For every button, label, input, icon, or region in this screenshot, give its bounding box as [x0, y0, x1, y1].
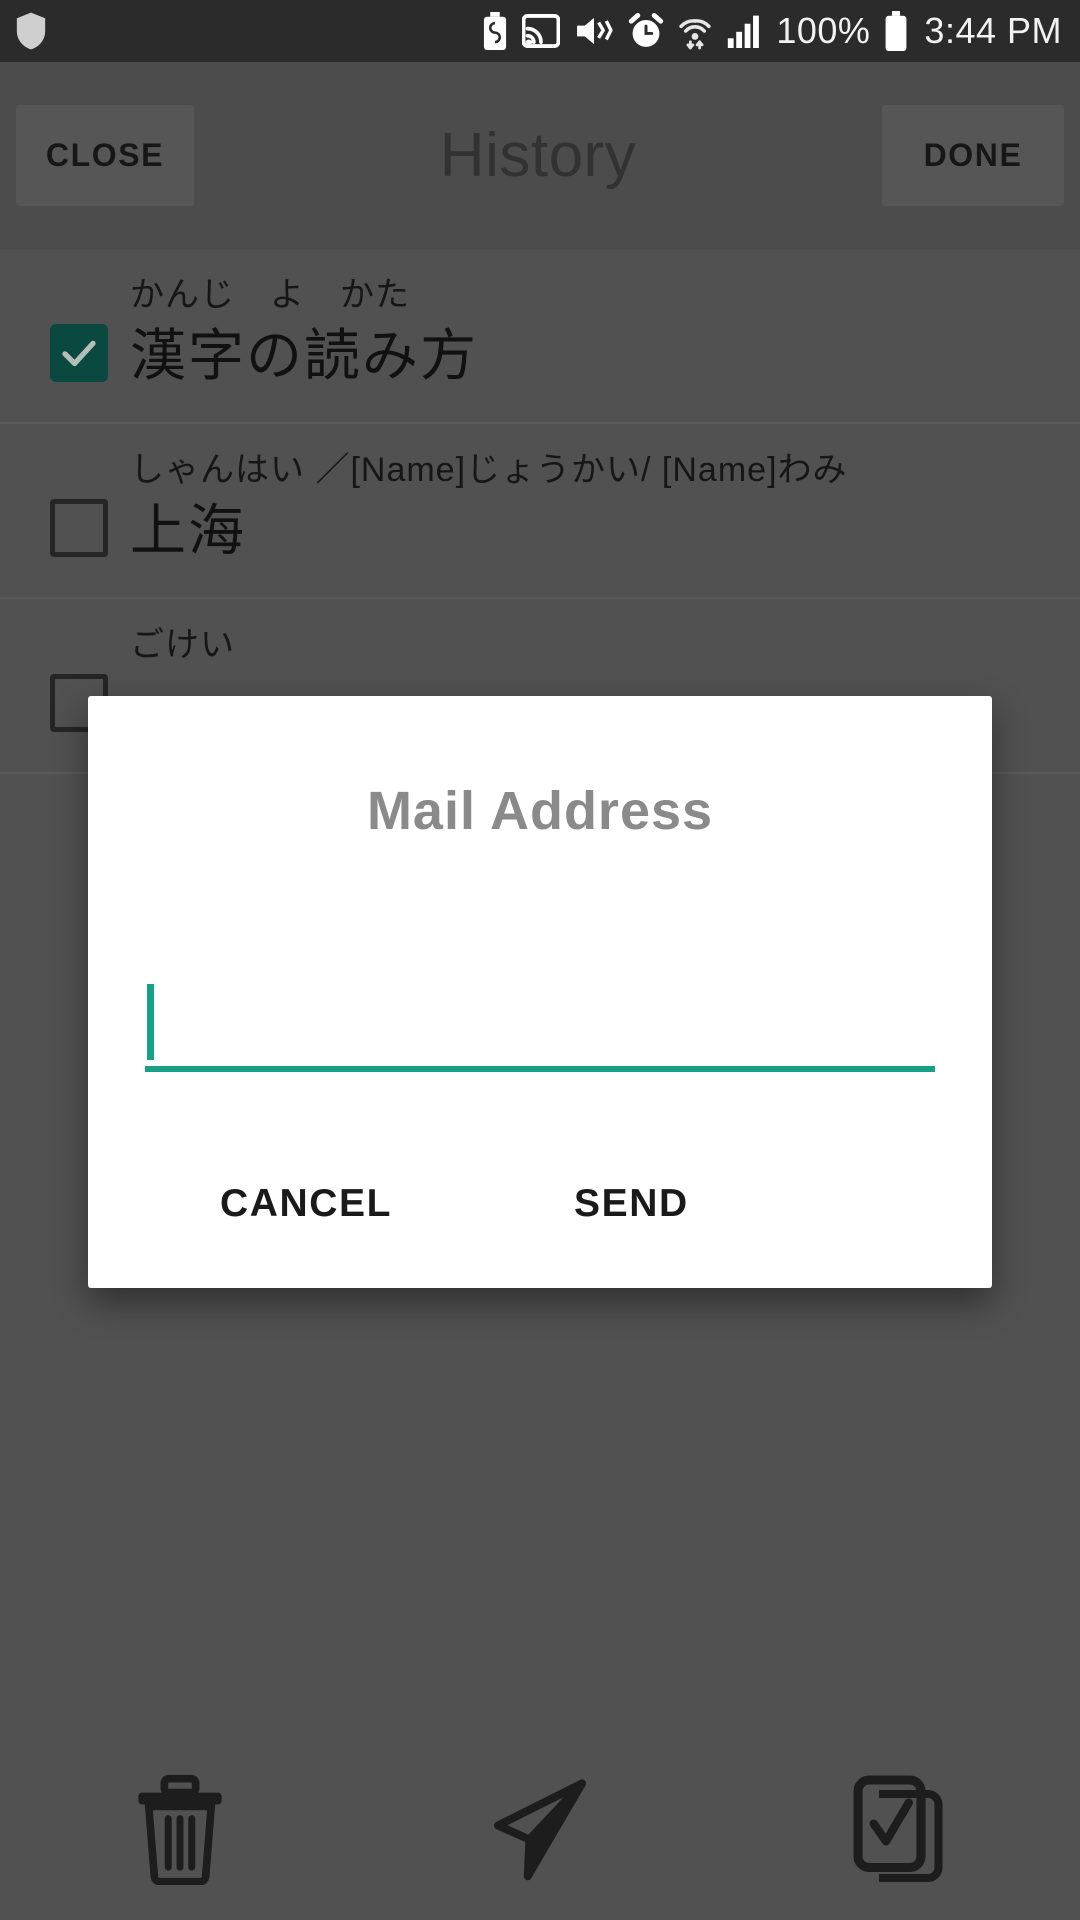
send-mail-button[interactable] — [440, 1773, 640, 1890]
shield-icon — [14, 11, 48, 51]
alarm-icon — [628, 13, 664, 49]
status-bar-left — [14, 11, 48, 51]
battery-saver-icon — [482, 12, 508, 50]
delete-icon — [128, 1773, 232, 1890]
status-bar-right: 100% 3:44 PM — [482, 10, 1062, 52]
dialog-actions: CANCEL SEND — [88, 1138, 992, 1288]
dialog-title: Mail Address — [366, 781, 714, 841]
signal-icon — [726, 14, 762, 48]
phone-screen: 100% 3:44 PM CLOSE History DONE かんじ よ かた… — [0, 0, 1080, 1920]
send-button[interactable]: SEND — [564, 1164, 699, 1244]
mail-address-input[interactable] — [145, 964, 935, 1072]
text-caret — [147, 984, 154, 1060]
status-bar: 100% 3:44 PM — [0, 0, 1080, 62]
cancel-button[interactable]: CANCEL — [210, 1164, 402, 1244]
bottom-toolbar — [0, 1742, 1080, 1920]
send-icon — [482, 1773, 598, 1890]
battery-percent-label: 100% — [776, 10, 871, 51]
cast-icon — [522, 14, 561, 48]
clock-label: 3:44 PM — [924, 10, 1062, 51]
select-all-icon — [846, 1773, 954, 1890]
mail-address-dialog: Mail Address CANCEL SEND — [88, 696, 992, 1288]
mail-address-field-wrap — [145, 964, 935, 1072]
select-all-button[interactable] — [800, 1773, 1000, 1890]
mute-vibrate-icon — [574, 14, 614, 48]
delete-button[interactable] — [80, 1773, 280, 1890]
battery-icon — [884, 11, 908, 51]
wifi-icon — [678, 12, 712, 50]
